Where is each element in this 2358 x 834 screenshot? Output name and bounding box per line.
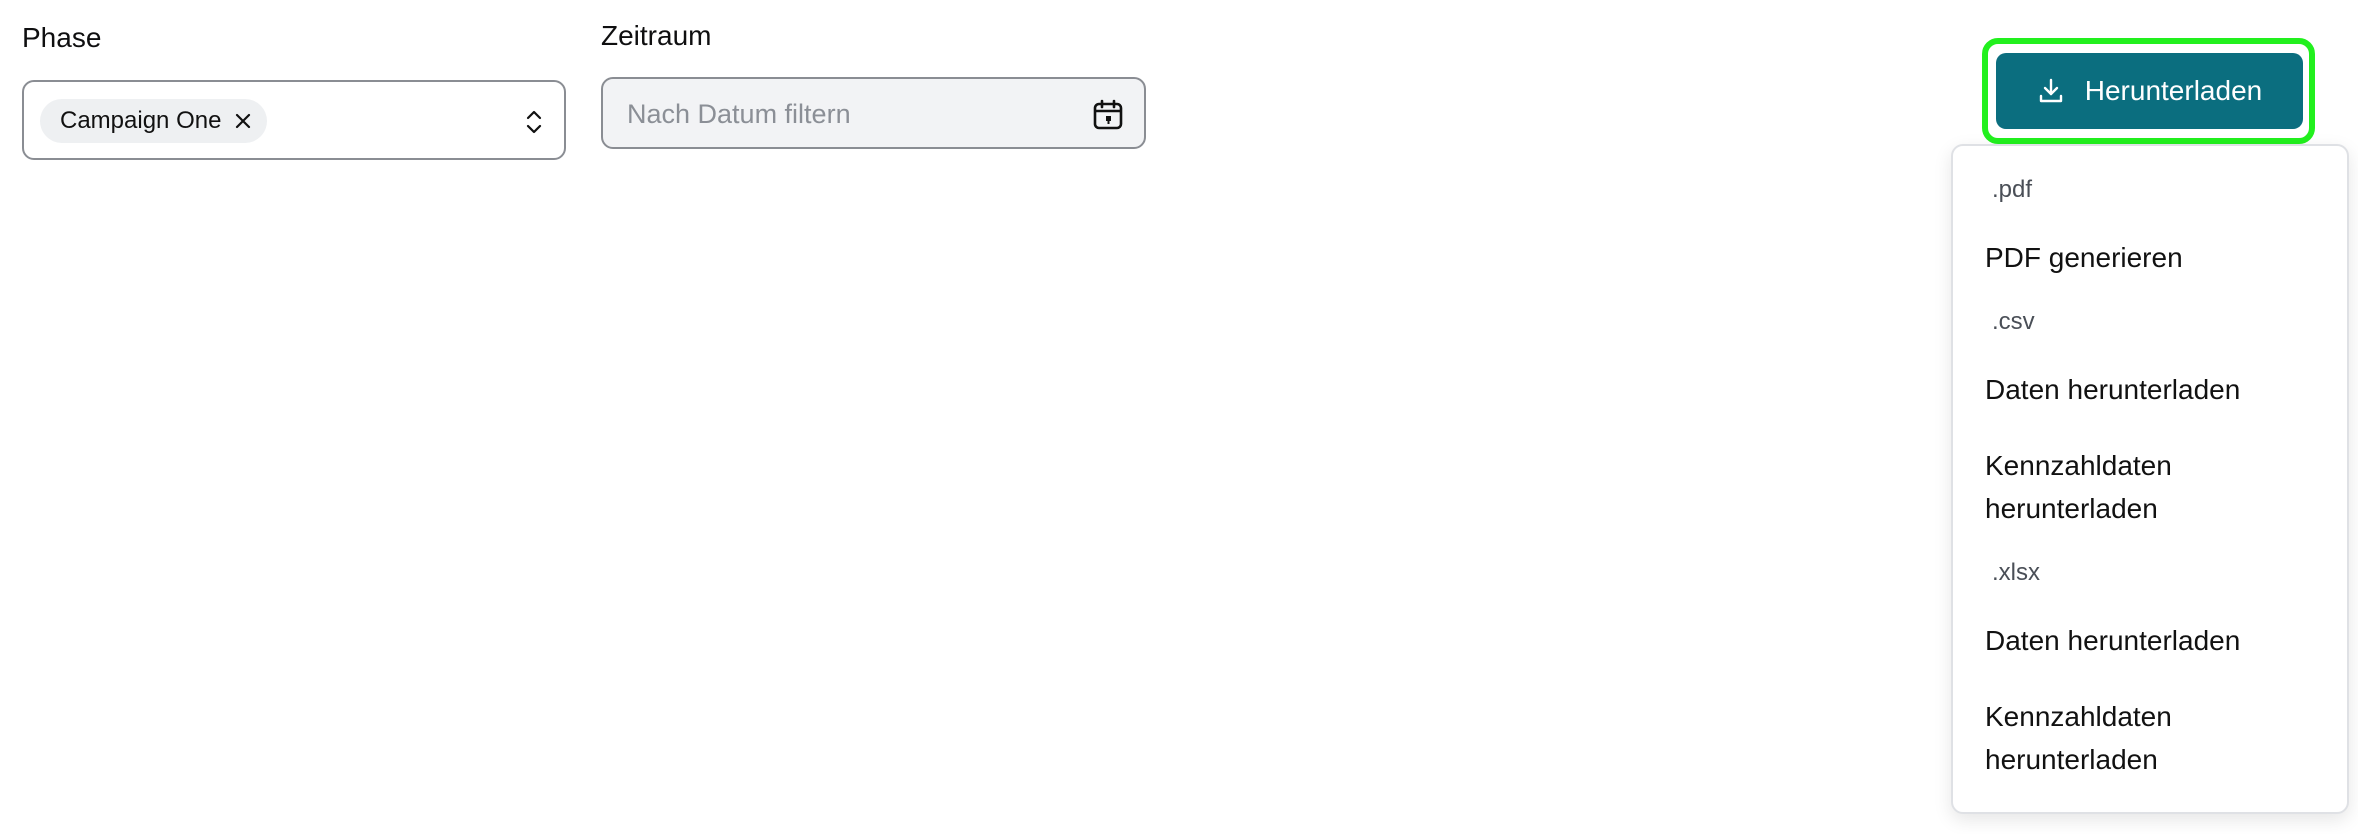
menu-item-xlsx-kpi-data[interactable]: Kennzahldaten herunterladen [1985,695,2325,781]
download-button-label: Herunterladen [2084,75,2263,106]
calendar-icon[interactable] [1092,99,1124,131]
menu-group-pdf: .pdf [1992,176,2033,203]
phase-chip-label: Campaign One [60,107,222,134]
date-filter-field[interactable] [601,77,1146,149]
date-filter-input[interactable] [625,91,1069,137]
menu-item-csv-data[interactable]: Daten herunterladen [1985,368,2325,411]
download-icon [2037,77,2065,105]
download-button[interactable]: Herunterladen [1996,53,2303,129]
close-icon[interactable] [233,111,253,131]
menu-item-csv-kpi-data[interactable]: Kennzahldaten herunterladen [1985,444,2325,530]
menu-group-csv: .csv [1992,308,2035,335]
report-filters-page: Phase Campaign One Zeitraum Nach Datum f… [0,0,2358,834]
chevron-up-down-icon[interactable] [524,108,544,136]
menu-group-xlsx: .xlsx [1992,559,2040,586]
menu-item-pdf-generate[interactable]: PDF generieren [1985,236,2325,279]
phase-chip: Campaign One [40,99,268,143]
menu-item-xlsx-data[interactable]: Daten herunterladen [1985,619,2325,662]
download-menu: .pdf PDF generieren .csv Daten herunterl… [1951,144,2349,814]
date-range-label: Zeitraum [601,20,712,51]
phase-label: Phase [22,22,102,53]
phase-select[interactable]: Campaign One [22,80,566,160]
